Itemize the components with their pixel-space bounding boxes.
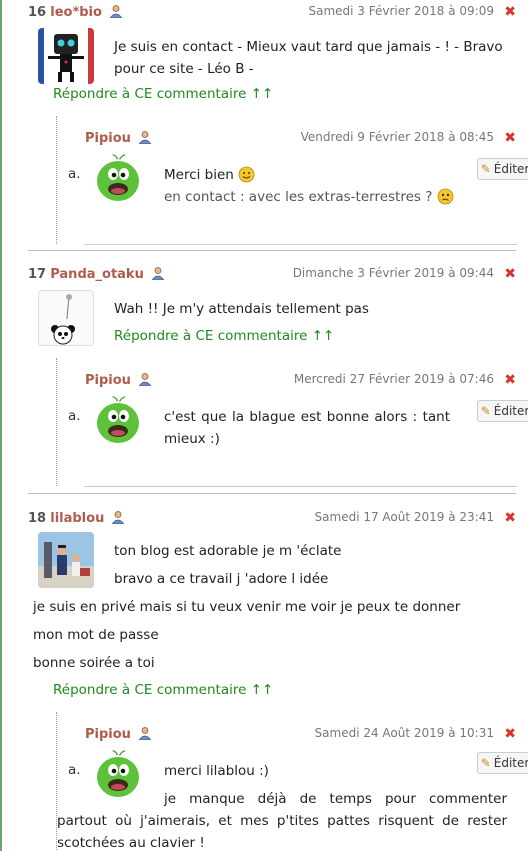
delete-button[interactable]: ✖: [504, 130, 516, 146]
reply-header: Pipiou Samedi 24 Août 2019 à 10:31 ✖: [85, 726, 516, 746]
reply-author[interactable]: Pipiou: [85, 131, 131, 146]
user-icon: [138, 131, 152, 144]
reply-thread: Pipiou Mercredi 27 Février 2019 à 07:46 …: [56, 358, 528, 487]
green-bird-avatar[interactable]: [95, 394, 141, 450]
reply-bottom-rule: [84, 244, 517, 245]
comment-body: Je suis en contact - Mieux vaut tard que…: [114, 39, 503, 77]
comment-18: 18 lilablou Samedi 17 Août 2019 à 23:41 …: [28, 510, 528, 851]
comment-number: 18: [28, 511, 47, 526]
comment-date: Samedi 17 Août 2019 à 23:41: [314, 510, 494, 524]
delete-button[interactable]: ✖: [504, 372, 516, 388]
reply-link[interactable]: Répondre à CE commentaire ↑↑: [53, 682, 273, 698]
comment-author[interactable]: Panda_otaku: [50, 267, 144, 282]
pencil-icon: ✎: [480, 756, 491, 770]
comments-page: 16 leo*bio Samedi 3 Février 2018 à 09:09…: [0, 0, 528, 851]
edit-button[interactable]: ✎ Éditer: [477, 400, 528, 422]
left-rule: [0, 0, 2, 851]
user-icon: [151, 267, 165, 280]
user-icon: [112, 511, 125, 524]
reply-author[interactable]: Pipiou: [85, 373, 131, 388]
comment-header: 17 Panda_otaku Dimanche 3 Février 2019 à…: [28, 266, 516, 286]
smiley-icon: [238, 166, 255, 183]
comment-body-line1: ton blog est adorable je m 'éclate: [114, 543, 342, 559]
reply-thread: Pipiou Vendredi 9 Février 2018 à 08:45 ✖…: [56, 116, 528, 245]
comment-header: 16 leo*bio Samedi 3 Février 2018 à 09:09…: [28, 4, 516, 24]
delete-button[interactable]: ✖: [504, 510, 516, 526]
comment-17: 17 Panda_otaku Dimanche 3 Février 2019 à…: [28, 266, 528, 487]
avatar[interactable]: [38, 532, 94, 588]
user-icon: [109, 5, 123, 18]
comment-separator: [28, 493, 516, 494]
green-bird-image: [97, 396, 139, 443]
reply-header: Pipiou Mercredi 27 Février 2019 à 07:46 …: [85, 372, 516, 392]
reply-date: Samedi 24 Août 2019 à 10:31: [314, 726, 494, 740]
edit-button[interactable]: ✎ Éditer: [477, 752, 528, 774]
reply-body: c'est que la blague est bonne alors : ta…: [164, 409, 450, 447]
reply-link[interactable]: Répondre à CE commentaire ↑↑: [53, 86, 273, 102]
user-icon: [138, 373, 152, 386]
comment-body-line4: mon mot de passe: [33, 627, 159, 643]
avatar[interactable]: [38, 28, 94, 84]
user-icon: [138, 727, 152, 740]
avatar[interactable]: [38, 290, 94, 346]
confused-smiley-icon: [437, 188, 454, 205]
list-letter: a.: [68, 762, 81, 778]
comment-author[interactable]: lilablou: [50, 511, 104, 526]
reply-body-line1: merci lilablou :): [164, 763, 269, 779]
comment-author[interactable]: leo*bio: [50, 5, 102, 20]
reply-bottom-rule: [84, 486, 517, 487]
pencil-icon: ✎: [480, 162, 491, 176]
comment-header: 18 lilablou Samedi 17 Août 2019 à 23:41 …: [28, 510, 516, 530]
comment-number: 16: [28, 5, 47, 20]
reply-date: Vendredi 9 Février 2018 à 08:45: [300, 130, 494, 144]
delete-button[interactable]: ✖: [504, 266, 516, 282]
reply-author[interactable]: Pipiou: [85, 727, 131, 742]
list-letter: a.: [68, 166, 81, 182]
pencil-icon: ✎: [480, 404, 491, 418]
comment-number: 17: [28, 267, 47, 282]
comment-body-line3: je suis en privé mais si tu veux venir m…: [33, 599, 461, 615]
comment-date: Samedi 3 Février 2018 à 09:09: [308, 4, 495, 18]
panda-avatar-image: [39, 291, 93, 345]
comment-date: Dimanche 3 Février 2019 à 09:44: [292, 266, 494, 280]
reply-date: Mercredi 27 Février 2019 à 07:46: [293, 372, 494, 386]
delete-button[interactable]: ✖: [504, 726, 516, 742]
edit-button[interactable]: ✎ Éditer: [477, 158, 528, 180]
comment-16: 16 leo*bio Samedi 3 Février 2018 à 09:09…: [28, 4, 528, 245]
reply-thread: Pipiou Samedi 24 Août 2019 à 10:31 ✖ a.: [56, 712, 528, 851]
comment-body: Wah !! Je m'y attendais tellement pas: [114, 301, 369, 317]
reply-header: Pipiou Vendredi 9 Février 2018 à 08:45 ✖: [85, 130, 516, 150]
comment-separator: [28, 250, 516, 251]
reply-body-line2: en contact : avec les extras-terrestres …: [164, 186, 494, 208]
green-bird-avatar[interactable]: [95, 152, 141, 208]
comment-body-line2: bravo a ce travail j 'adore l idée: [114, 571, 329, 587]
reply-body-line1: Merci bien: [164, 164, 464, 186]
photo-avatar-image: [38, 532, 94, 588]
green-bird-image: [97, 154, 139, 201]
robot-avatar-image: [38, 28, 94, 84]
reply-body-line2: je manque déjà de temps pour commenter p…: [57, 791, 507, 851]
comment-body-line5: bonne soirée a toi: [33, 655, 155, 671]
list-letter: a.: [68, 408, 81, 424]
reply-link[interactable]: Répondre à CE commentaire ↑↑: [114, 328, 334, 344]
delete-button[interactable]: ✖: [504, 4, 516, 20]
